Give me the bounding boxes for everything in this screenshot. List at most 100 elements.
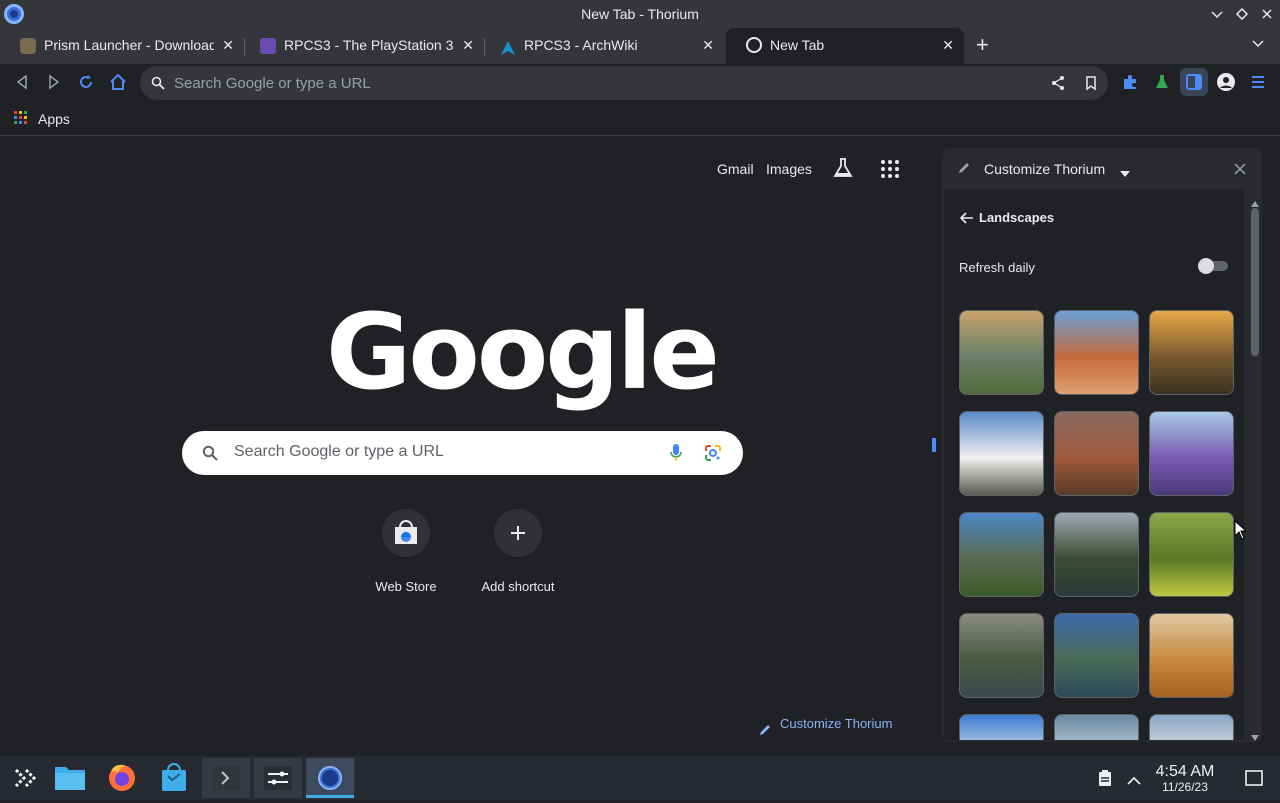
back-button[interactable] [12, 72, 32, 92]
home-button[interactable] [108, 72, 128, 92]
reload-button[interactable] [76, 72, 96, 92]
prism-launcher-favicon [20, 38, 36, 54]
images-link[interactable]: Images [766, 161, 812, 177]
side-panel-resize-handle[interactable] [926, 136, 942, 756]
konsole-terminal-icon[interactable] [202, 758, 250, 798]
side-panel: Customize Thorium Landscapes Refresh dai… [942, 148, 1262, 742]
minimize-icon[interactable] [1208, 5, 1226, 23]
show-desktop-icon[interactable] [1245, 770, 1263, 791]
wallpaper-red-canyon[interactable] [1054, 411, 1139, 496]
tab-close-icon[interactable]: ✕ [462, 32, 474, 58]
tab-new-tab[interactable]: New Tab ✕ [726, 28, 964, 64]
tab-strip: Prism Launcher - Download ✕ RPCS3 - The … [0, 28, 1280, 64]
side-panel-button[interactable] [1180, 68, 1208, 96]
wallpaper-mountain-lake[interactable] [1054, 512, 1139, 597]
tab-close-icon[interactable]: ✕ [942, 28, 954, 62]
system-tray-expand-icon[interactable] [1127, 772, 1141, 790]
category-title: Landscapes [979, 210, 1055, 225]
back-to-categories-button[interactable]: Landscapes [960, 209, 1070, 229]
mouse-cursor-icon [1234, 519, 1248, 545]
new-tab-page: Gmail Images Google Search Google or typ… [0, 136, 926, 756]
profile-avatar-icon[interactable] [1216, 72, 1236, 92]
forward-button[interactable] [44, 72, 64, 92]
tab-search-icon[interactable] [1250, 36, 1266, 57]
clock-date: 11/26/23 [1162, 780, 1208, 794]
wallpaper-sky-1[interactable] [959, 714, 1044, 740]
labs-icon[interactable] [832, 157, 854, 184]
rpcs3-favicon [260, 38, 276, 54]
refresh-daily-label: Refresh daily [959, 260, 1035, 275]
labs-flask-icon[interactable] [1152, 72, 1172, 92]
archwiki-favicon [500, 38, 516, 55]
google-logo: Google [326, 291, 720, 413]
shortcut-web-store[interactable]: Web Store [350, 509, 462, 599]
side-panel-body: Landscapes Refresh daily [944, 190, 1244, 740]
microphone-icon[interactable] [669, 443, 683, 468]
close-panel-icon[interactable] [1234, 162, 1246, 180]
wallpaper-sky-3[interactable] [1149, 714, 1234, 740]
chrome-favicon [746, 37, 762, 53]
dropdown-arrow-icon[interactable] [1120, 164, 1130, 182]
tab-close-icon[interactable]: ✕ [702, 32, 714, 58]
bookmarks-bar: Apps [0, 102, 1280, 136]
extensions-icon[interactable] [1120, 72, 1140, 92]
tab-rpcs3[interactable]: RPCS3 - The PlayStation 3 Em ✕ [240, 32, 484, 64]
system-settings-icon[interactable] [254, 758, 302, 798]
toolbar: Search Google or type a URL [0, 64, 1280, 102]
wallpaper-lavender-field[interactable] [1149, 411, 1234, 496]
thorium-browser-icon[interactable] [306, 758, 354, 798]
customize-label: Customize Thorium [780, 716, 893, 731]
discover-store-icon[interactable] [150, 758, 198, 798]
clipboard-icon[interactable] [1098, 770, 1112, 791]
pencil-icon [758, 717, 772, 749]
title-bar: New Tab - Thorium [0, 0, 1280, 28]
wallpaper-rocky-coast[interactable] [959, 310, 1044, 395]
plus-icon [494, 509, 542, 557]
google-apps-icon[interactable] [881, 160, 899, 183]
share-icon[interactable] [1050, 75, 1066, 96]
add-shortcut-button[interactable]: Add shortcut [462, 509, 574, 599]
file-manager-icon[interactable] [46, 758, 94, 798]
google-lens-icon[interactable] [704, 444, 722, 467]
shortcut-label: Web Store [375, 579, 437, 594]
search-placeholder: Search Google or type a URL [234, 443, 444, 460]
bookmark-icon[interactable] [1083, 75, 1099, 96]
tab-label: RPCS3 - The PlayStation 3 Em [284, 37, 454, 53]
omnibox[interactable]: Search Google or type a URL [140, 66, 1108, 100]
search-icon [151, 76, 165, 95]
wallpaper-snowy-peaks[interactable] [959, 411, 1044, 496]
customize-thorium-button[interactable]: Customize Thorium [744, 708, 906, 740]
back-arrow-icon [960, 212, 973, 224]
firefox-icon[interactable] [98, 758, 146, 798]
clock[interactable]: 4:54 AM 11/26/23 [1150, 763, 1220, 794]
scrollbar-thumb[interactable] [1251, 208, 1259, 356]
wallpaper-desert-dunes[interactable] [1149, 613, 1234, 698]
tab-archwiki[interactable]: RPCS3 - ArchWiki ✕ [480, 32, 724, 64]
apps-label[interactable]: Apps [38, 111, 70, 127]
new-tab-button[interactable]: + [976, 34, 989, 56]
drag-handle-icon[interactable] [932, 438, 936, 452]
side-panel-title[interactable]: Customize Thorium [984, 161, 1105, 177]
side-panel-scrollbar[interactable] [1248, 190, 1262, 741]
refresh-daily-toggle[interactable] [1198, 258, 1230, 274]
apps-grid-icon [14, 111, 27, 124]
taskbar: 4:54 AM 11/26/23 [0, 756, 1280, 800]
wallpaper-forest-pool[interactable] [959, 613, 1044, 698]
wallpaper-canyon-sunset[interactable] [1149, 310, 1234, 395]
wallpaper-alpine-lake[interactable] [1054, 613, 1139, 698]
application-launcher-icon[interactable] [0, 758, 48, 798]
ntp-search-box[interactable]: Search Google or type a URL [182, 431, 743, 475]
wallpaper-volcano[interactable] [959, 512, 1044, 597]
wallpaper-rice-terraces[interactable] [1149, 512, 1234, 597]
wallpaper-delicate-arch[interactable] [1054, 310, 1139, 395]
maximize-icon[interactable] [1233, 5, 1251, 23]
wallpaper-sky-2[interactable] [1054, 714, 1139, 740]
menu-icon[interactable] [1248, 72, 1268, 92]
window-title: New Tab - Thorium [581, 6, 699, 22]
close-window-icon[interactable] [1258, 5, 1276, 23]
tab-label: Prism Launcher - Download [44, 37, 214, 53]
tab-label: RPCS3 - ArchWiki [524, 37, 638, 53]
gmail-link[interactable]: Gmail [717, 161, 754, 177]
tab-close-icon[interactable]: ✕ [222, 32, 234, 58]
tab-prism-launcher[interactable]: Prism Launcher - Download ✕ [0, 32, 244, 64]
